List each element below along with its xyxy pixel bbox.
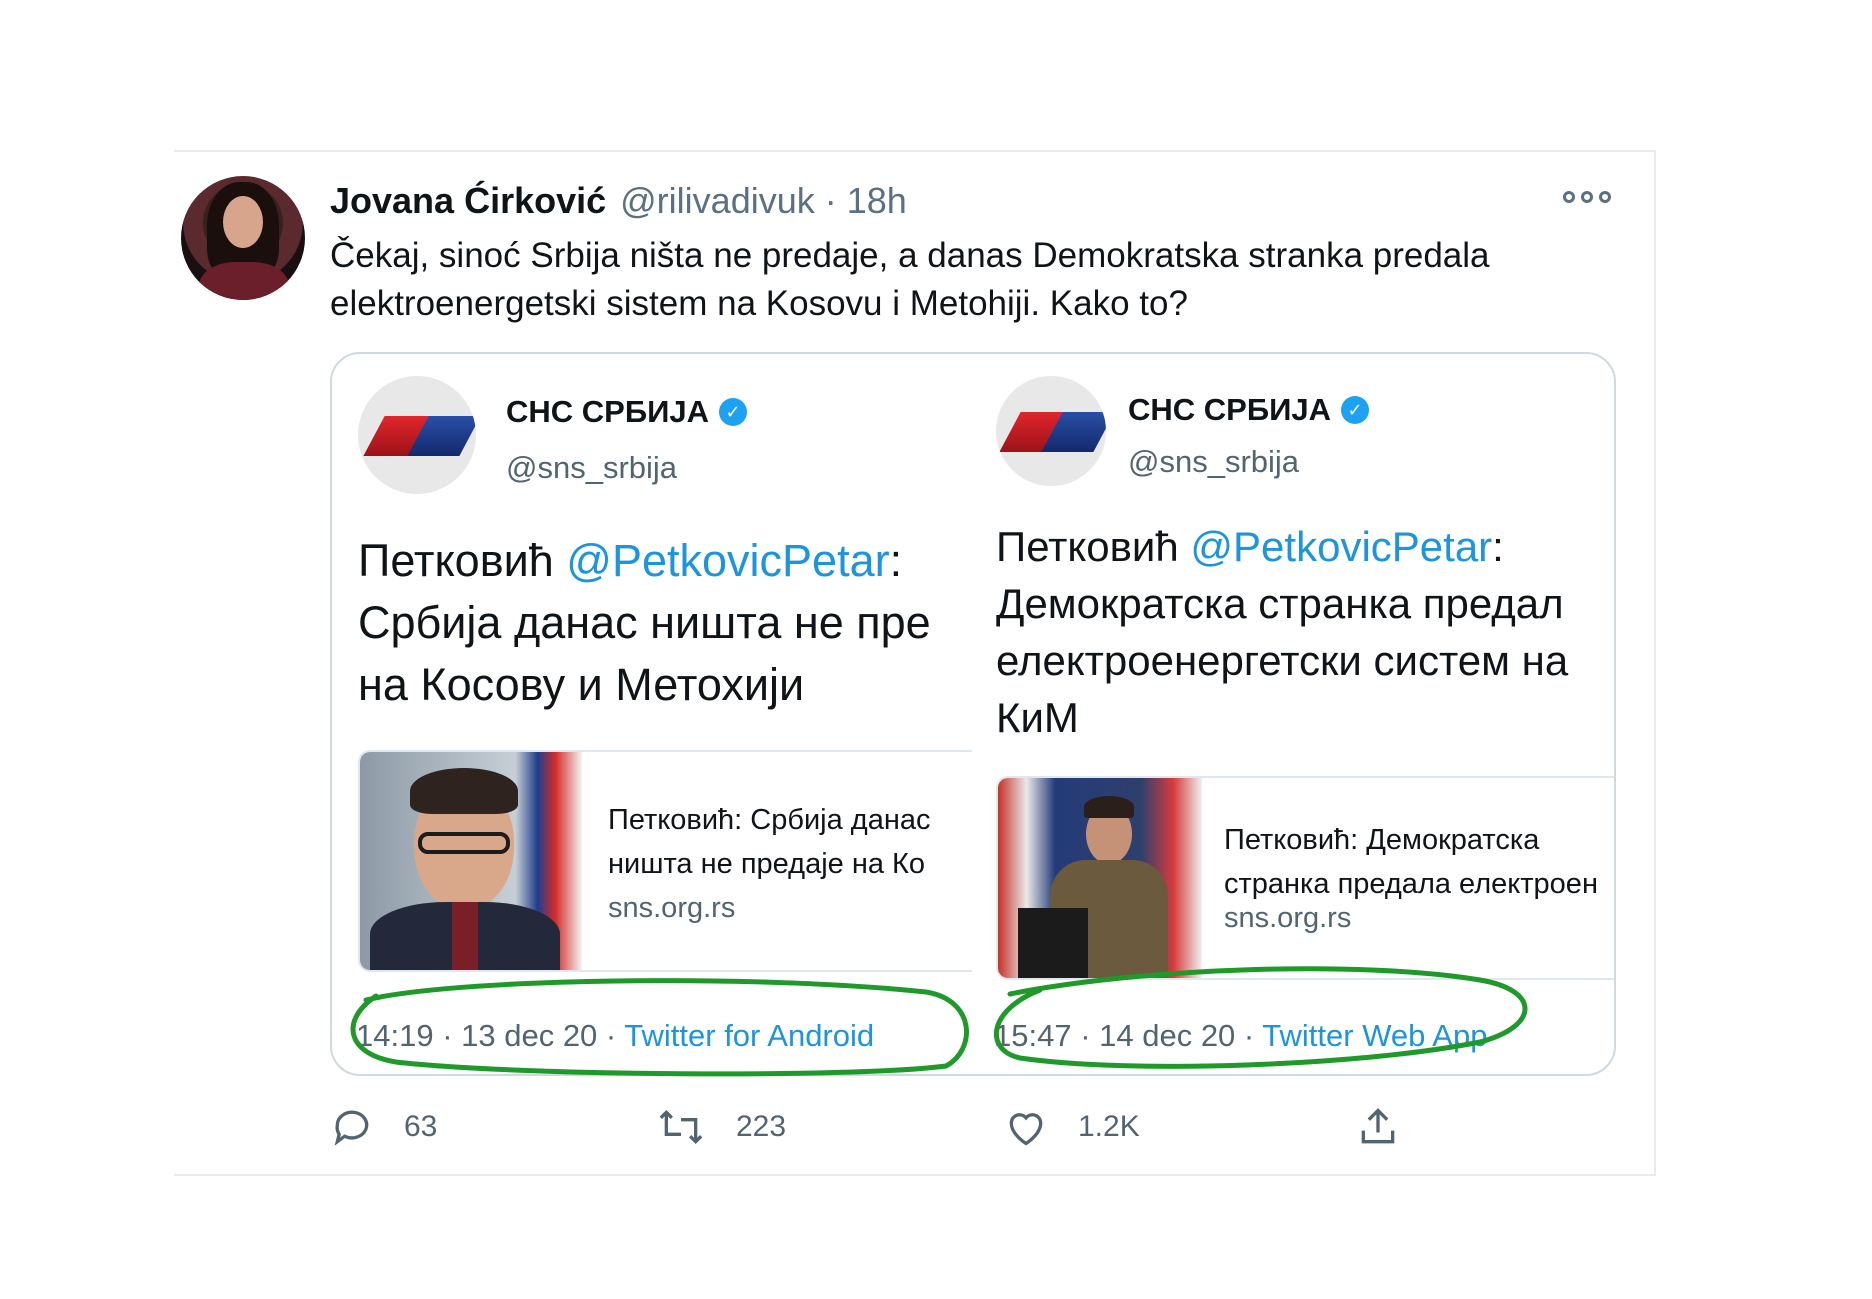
meta-time: 14:19 · 13 dec 20 ·	[356, 1018, 625, 1053]
embed-text-line: електроенергетски систем на	[996, 637, 1569, 684]
org-name[interactable]: СНС СРБИЈА ✓	[506, 394, 748, 430]
link-title-line: странка предала електроен	[1224, 868, 1598, 900]
actions-bar: 1.2K	[1004, 1102, 1140, 1152]
like-count: 1.2K	[1078, 1110, 1140, 1143]
org-name-text: СНС СРБИЈА	[1128, 392, 1332, 427]
verified-icon: ✓	[719, 398, 748, 426]
reply-button[interactable]: 63	[330, 1105, 437, 1149]
link-domain: sns.org.rs	[608, 892, 736, 924]
mention-link[interactable]: @PetkovicPetar	[1190, 523, 1492, 570]
retweet-button[interactable]: 223	[656, 1105, 786, 1149]
org-avatar[interactable]	[358, 376, 476, 494]
embed-text-suffix: :	[1492, 523, 1504, 570]
org-handle[interactable]: @sns_srbija	[506, 450, 677, 486]
retweet-count: 223	[736, 1110, 787, 1143]
embed-panel-left: СНС СРБИЈА ✓ @sns_srbija Петковић @Petko…	[332, 354, 972, 1074]
embed-text-line: Србија данас ништа не пре	[358, 597, 931, 648]
share-icon	[1361, 1108, 1395, 1144]
embed-panel-right: СНС СРБИЈА ✓ @sns_srbija Петковић @Petko…	[972, 354, 1614, 1074]
link-title: Петковић: Демократска странка предала ел…	[1224, 818, 1598, 906]
heart-icon	[1009, 1113, 1043, 1146]
embed-text-line: Демократска странка предал	[996, 580, 1564, 627]
tweet-meta: 14:19 · 13 dec 20 · Twitter for Android	[356, 1018, 874, 1054]
tweet-header: Jovana Ćirković @rilivadivuk · 18h	[330, 178, 907, 224]
embed-text: Петковић @PetkovicPetar: Демократска стр…	[996, 518, 1568, 746]
header-separator: ·	[824, 180, 837, 221]
link-thumbnail	[998, 778, 1202, 978]
embed-text-line: на Косову и Метохији	[358, 659, 805, 710]
actions-bar: 223	[656, 1102, 786, 1152]
embed-text: Петковић @PetkovicPetar: Србија данас ни…	[358, 530, 931, 716]
like-button[interactable]: 1.2K	[1004, 1105, 1140, 1149]
more-options-icon[interactable]	[1563, 187, 1611, 207]
tweet-text: Čekaj, sinoć Srbija ništa ne predaje, a …	[330, 232, 1620, 328]
embed-text-suffix: :	[889, 535, 903, 586]
reply-icon	[334, 1110, 369, 1146]
embed-text-prefix: Петковић	[358, 535, 567, 586]
link-title-line: ништа не предаје на Ко	[608, 848, 926, 880]
link-preview-card[interactable]: Петковић: Демократска странка предала ел…	[996, 776, 1614, 980]
embedded-screenshots[interactable]: СНС СРБИЈА ✓ @sns_srbija Петковић @Petko…	[330, 352, 1616, 1076]
actions-bar	[1356, 1102, 1400, 1152]
retweet-icon	[659, 1109, 703, 1145]
share-button[interactable]	[1356, 1105, 1400, 1149]
org-handle[interactable]: @sns_srbija	[1128, 444, 1299, 480]
meta-time: 15:47 · 14 dec 20 ·	[994, 1018, 1263, 1053]
embed-text-prefix: Петковић	[996, 523, 1191, 570]
link-title-line: Петковић: Србија данас	[608, 804, 931, 836]
tweet-text-line: Čekaj, sinoć Srbija ništa ne predaje, a …	[330, 236, 1490, 275]
tweet-meta: 15:47 · 14 dec 20 · Twitter Web App	[994, 1018, 1487, 1054]
meta-source[interactable]: Twitter Web App	[1262, 1018, 1487, 1053]
link-domain: sns.org.rs	[1224, 902, 1352, 934]
embed-text-line: КиМ	[996, 694, 1079, 741]
author-handle[interactable]: @rilivadivuk	[620, 180, 815, 222]
link-preview-card[interactable]: Петковић: Србија данас ништа не предаје …	[358, 750, 972, 972]
verified-icon: ✓	[1341, 396, 1370, 424]
link-title: Петковић: Србија данас ништа не предаје …	[608, 798, 930, 886]
org-name-text: СНС СРБИЈА	[506, 394, 710, 429]
meta-source[interactable]: Twitter for Android	[624, 1018, 874, 1053]
author-name[interactable]: Jovana Ćirković	[330, 180, 606, 222]
tweet-time[interactable]: 18h	[847, 180, 907, 222]
link-title-line: Петковић: Демократска	[1224, 824, 1540, 856]
author-avatar[interactable]	[181, 176, 305, 300]
tweet-text-line: elektroenergetski sistem na Kosovu i Met…	[330, 284, 1188, 323]
org-name[interactable]: СНС СРБИЈА ✓	[1128, 392, 1370, 428]
org-avatar[interactable]	[996, 376, 1106, 486]
mention-link[interactable]: @PetkovicPetar	[566, 535, 889, 586]
link-thumbnail	[360, 752, 582, 970]
actions-bar: 63	[330, 1102, 437, 1152]
reply-count: 63	[404, 1110, 438, 1143]
